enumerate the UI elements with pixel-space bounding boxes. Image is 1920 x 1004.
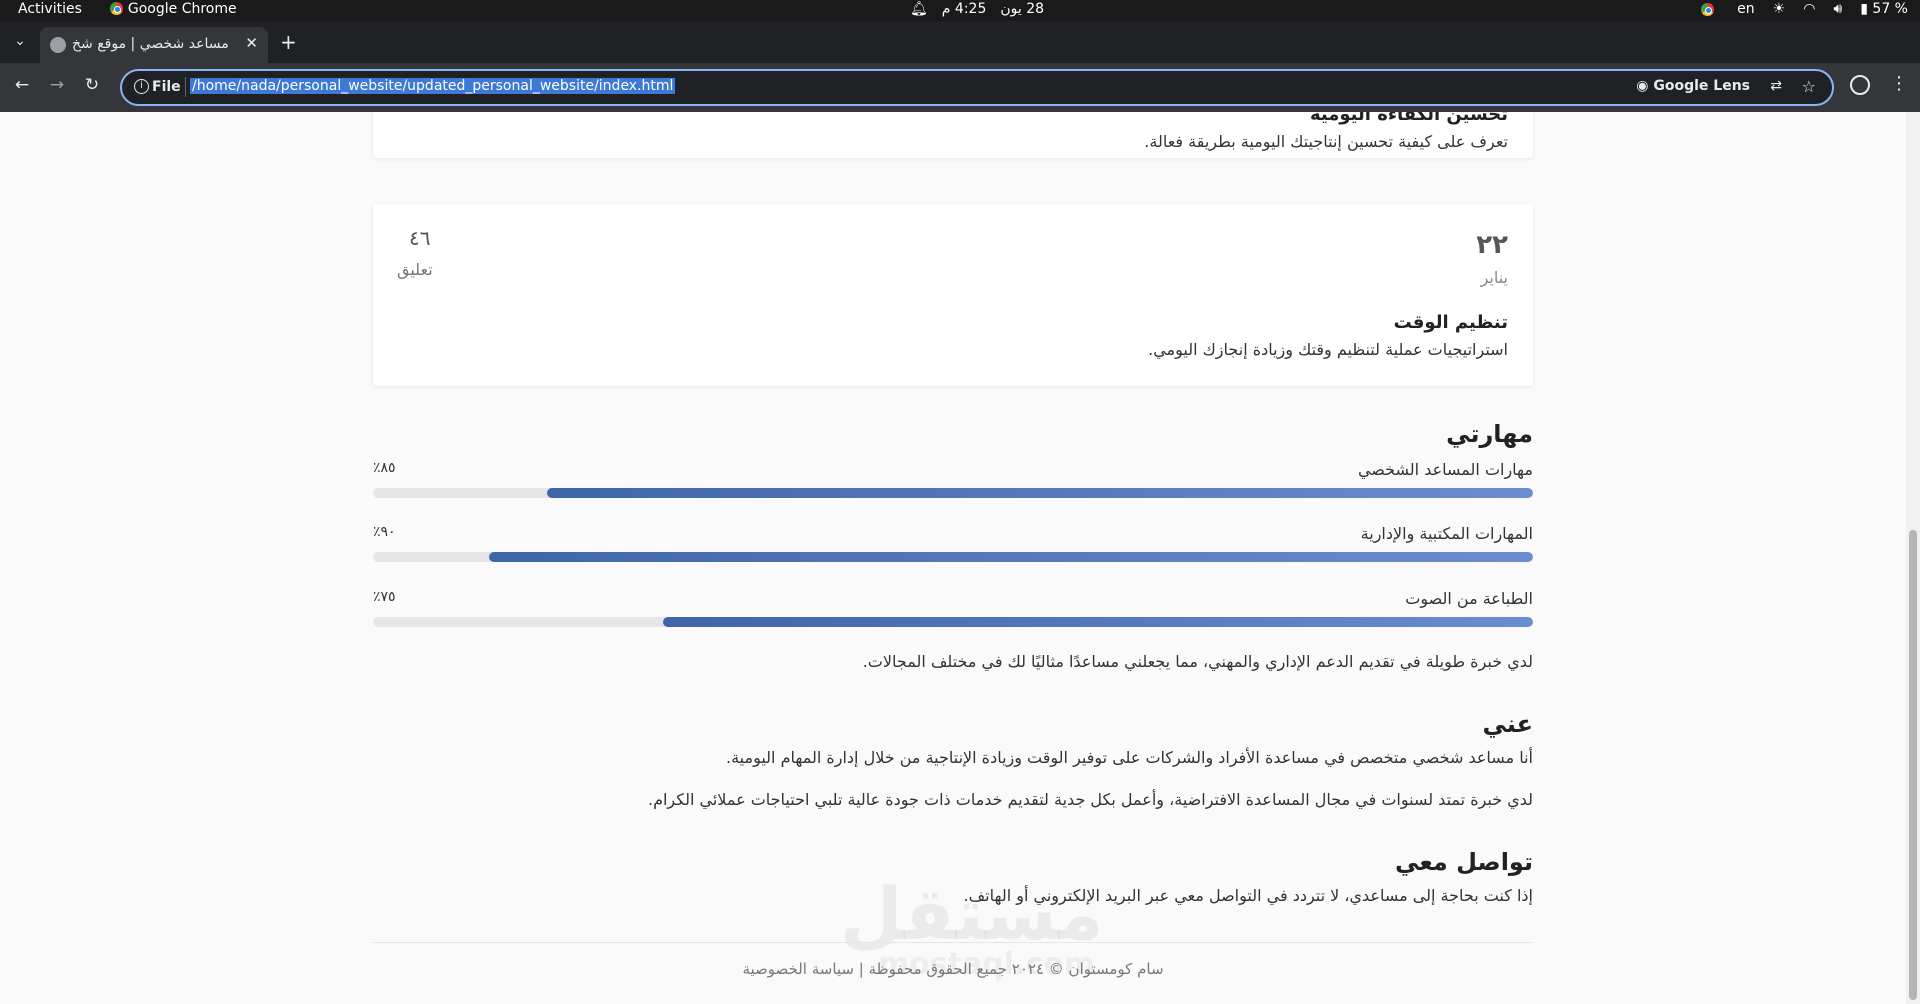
google-lens-button[interactable]: ◉ Google Lens bbox=[1636, 78, 1750, 94]
page-viewport: تحسين الكفاءة اليومية تعرف على كيفية تحس… bbox=[0, 112, 1906, 1004]
footer-divider bbox=[373, 942, 1533, 943]
page-scrollbar[interactable] bbox=[1906, 112, 1920, 1004]
post-excerpt: استراتيجيات عملية لتنظيم وقتك وزيادة إنج… bbox=[1148, 340, 1508, 359]
info-icon[interactable]: i bbox=[134, 79, 149, 94]
tab-active[interactable]: مساعد شخصي | موقع شخ ✕ bbox=[40, 27, 268, 63]
back-arrow-icon[interactable]: ← bbox=[10, 75, 34, 95]
scrollbar-thumb[interactable] bbox=[1909, 530, 1917, 1000]
skills-summary: لدي خبرة طويلة في تقديم الدعم الإداري وا… bbox=[862, 652, 1533, 671]
skill-item: مهارات المساعد الشخصي ٨٥٪ bbox=[373, 460, 1533, 500]
post-title: تنظيم الوقت bbox=[1393, 312, 1508, 333]
post-day: ٢٢ bbox=[1476, 230, 1508, 260]
browser-toolbar: ← → ↻ i File /home/nada/personal_website… bbox=[0, 63, 1920, 112]
skill-item: الطباعة من الصوت ٧٥٪ bbox=[373, 589, 1533, 629]
post-month: يناير bbox=[1480, 268, 1508, 287]
new-tab-plus-icon[interactable]: + bbox=[280, 30, 297, 54]
skill-percent: ٧٥٪ bbox=[373, 589, 396, 605]
language-indicator[interactable]: en bbox=[1737, 1, 1755, 17]
address-bar[interactable]: i File /home/nada/personal_website/updat… bbox=[120, 69, 1834, 106]
bookmark-star-icon[interactable]: ☆ bbox=[1802, 77, 1816, 96]
reload-icon[interactable]: ↻ bbox=[80, 75, 104, 95]
close-tab-icon[interactable]: ✕ bbox=[245, 34, 258, 52]
system-top-bar: Activities Google Chrome 28 يون 4:25 م 🔔… bbox=[0, 0, 1920, 21]
about-heading: عني bbox=[1482, 710, 1533, 738]
post-card[interactable]: تحسين الكفاءة اليومية تعرف على كيفية تحس… bbox=[373, 112, 1533, 158]
skill-progress-track bbox=[373, 488, 1533, 498]
tab-strip: ⌄ مساعد شخصي | موقع شخ ✕ + bbox=[0, 21, 1920, 63]
about-paragraph: لدي خبرة تمتد لسنوات في مجال المساعدة ال… bbox=[647, 790, 1533, 809]
brightness-icon[interactable]: ☀ bbox=[1773, 1, 1786, 17]
tab-search-chevron-icon[interactable]: ⌄ bbox=[8, 29, 32, 53]
globe-icon bbox=[50, 37, 66, 53]
battery-status[interactable]: ▮ 57 % bbox=[1860, 1, 1908, 17]
skill-progress-track bbox=[373, 617, 1533, 627]
footer-text: سام كومستوان © ٢٠٢٤ جميع الحقوق محفوظة |… bbox=[742, 960, 1164, 978]
skill-percent: ٨٥٪ bbox=[373, 460, 396, 476]
chrome-icon bbox=[109, 2, 123, 15]
skill-progress-fill bbox=[663, 617, 1533, 627]
post-title: تحسين الكفاءة اليومية bbox=[1309, 112, 1508, 125]
skill-progress-fill bbox=[489, 552, 1533, 562]
bell-icon: 🔔︎ bbox=[910, 1, 928, 17]
profile-avatar-icon[interactable] bbox=[1850, 75, 1870, 95]
comments-count: ٤٦ bbox=[409, 226, 431, 250]
skill-percent: ٩٠٪ bbox=[373, 524, 396, 540]
scheme-label: File bbox=[152, 79, 181, 95]
lens-icon: ◉ bbox=[1636, 78, 1654, 94]
app-menu[interactable]: Google Chrome bbox=[109, 1, 237, 17]
watermark-logo: مستقل bbox=[840, 872, 1104, 956]
skill-progress-fill bbox=[547, 488, 1533, 498]
skill-name: مهارات المساعد الشخصي bbox=[1357, 460, 1533, 479]
skill-item: المهارات المكتبية والإدارية ٩٠٪ bbox=[373, 524, 1533, 564]
skill-name: الطباعة من الصوت bbox=[1405, 589, 1533, 608]
post-card[interactable]: ٢٢ يناير ٤٦ تعليق تنظيم الوقت استراتيجيا… bbox=[373, 204, 1533, 386]
chrome-tray-icon[interactable] bbox=[1701, 2, 1715, 16]
forward-arrow-icon[interactable]: → bbox=[45, 75, 69, 95]
clock[interactable]: 28 يون 4:25 م 🔔︎ bbox=[910, 1, 1044, 17]
translate-icon[interactable]: ⇄ bbox=[1770, 78, 1782, 94]
wifi-icon[interactable]: ◠ bbox=[1803, 1, 1815, 17]
skill-progress-track bbox=[373, 552, 1533, 562]
skill-name: المهارات المكتبية والإدارية bbox=[1360, 524, 1533, 543]
tab-title: مساعد شخصي | موقع شخ bbox=[72, 36, 229, 52]
skills-heading: مهارتي bbox=[1446, 420, 1533, 448]
divider bbox=[185, 77, 186, 97]
about-paragraph: أنا مساعد شخصي متخصص في مساعدة الأفراد و… bbox=[726, 748, 1533, 767]
volume-icon[interactable]: 🔊︎ bbox=[1833, 1, 1842, 17]
url-text[interactable]: /home/nada/personal_website/updated_pers… bbox=[190, 78, 676, 94]
comments-label: تعليق bbox=[397, 260, 433, 279]
activities-button[interactable]: Activities bbox=[18, 1, 82, 17]
kebab-menu-icon[interactable]: ⋮ bbox=[1890, 73, 1908, 94]
contact-heading: تواصل معي bbox=[1395, 848, 1533, 876]
post-excerpt: تعرف على كيفية تحسين إنتاجيتك اليومية بط… bbox=[1144, 132, 1508, 151]
